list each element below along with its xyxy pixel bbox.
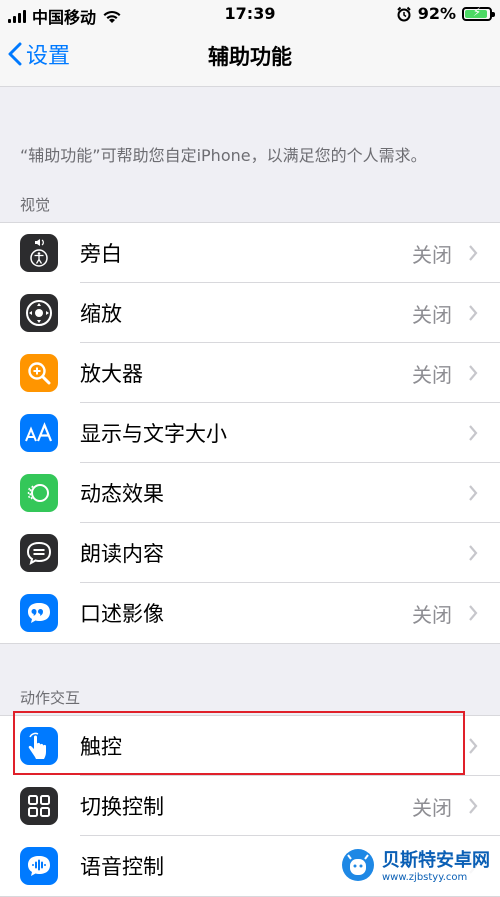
row-label: 显示与文字大小: [80, 422, 227, 446]
status-bar: 中国移动 17:39 92% ⚡: [0, 0, 500, 28]
row-label: 语音控制: [80, 855, 164, 879]
chevron-right-icon: [469, 245, 478, 261]
alarm-icon: [396, 6, 411, 21]
navigation-bar: 设置 辅助功能: [0, 28, 500, 87]
watermark-url: www.zjbstyy.com: [382, 872, 468, 883]
row-spoken-content[interactable]: 朗读内容: [0, 523, 500, 583]
spoken-content-icon: [20, 534, 58, 572]
text-size-icon: [20, 414, 58, 452]
page-title: 辅助功能: [208, 45, 292, 69]
status-right: 92% ⚡: [396, 4, 495, 23]
row-label: 放大器: [80, 362, 143, 386]
chevron-right-icon: [469, 545, 478, 561]
battery-icon: ⚡: [462, 4, 495, 21]
watermark-name: 贝斯特安卓网: [382, 850, 490, 871]
section-header-interaction: 动作交互: [20, 689, 81, 707]
row-value: 关闭: [412, 362, 452, 387]
chevron-right-icon: [469, 365, 478, 381]
zoom-icon: [20, 294, 58, 332]
chevron-right-icon: [469, 485, 478, 501]
row-value: 关闭: [412, 795, 452, 820]
row-motion[interactable]: 动态效果: [0, 463, 500, 523]
row-magnifier[interactable]: 放大器 关闭: [0, 343, 500, 403]
row-value: 关闭: [412, 602, 452, 627]
vision-group: 旁白 关闭 缩放 关闭 放大器 关闭 显示与文字大小 动态效果 朗读内容 口述影…: [0, 222, 500, 644]
switch-control-icon: [20, 787, 58, 825]
row-zoom[interactable]: 缩放 关闭: [0, 283, 500, 343]
row-value: 关闭: [412, 242, 452, 267]
chevron-right-icon: [469, 305, 478, 321]
chevron-right-icon: [469, 738, 478, 754]
row-value: 关闭: [412, 302, 452, 327]
charging-icon: ⚡: [472, 4, 482, 19]
chevron-right-icon: [469, 605, 478, 621]
row-label: 朗读内容: [80, 542, 164, 566]
magnifier-icon: [20, 354, 58, 392]
motion-icon: [20, 474, 58, 512]
row-label: 动态效果: [80, 482, 164, 506]
audio-description-icon: [20, 594, 58, 632]
row-label: 旁白: [80, 242, 122, 266]
chevron-right-icon: [469, 798, 478, 814]
row-display-text-size[interactable]: 显示与文字大小: [0, 403, 500, 463]
watermark-logo-icon: [342, 848, 374, 881]
watermark: 贝斯特安卓网 www.zjbstyy.com: [336, 844, 494, 885]
row-audio-description[interactable]: 口述影像 关闭: [0, 583, 500, 643]
voiceover-icon: [20, 234, 58, 272]
watermark-text: 贝斯特安卓网 www.zjbstyy.com: [382, 846, 490, 883]
voice-control-icon: [20, 847, 58, 885]
row-voiceover[interactable]: 旁白 关闭: [0, 223, 500, 283]
row-switch-control[interactable]: 切换控制 关闭: [0, 776, 500, 836]
highlight-box: [13, 711, 465, 775]
description-text: “辅助功能”可帮助您自定iPhone，以满足您的个人需求。: [20, 146, 427, 165]
battery-percent: 92%: [417, 4, 456, 23]
section-header-vision: 视觉: [20, 196, 51, 214]
chevron-right-icon: [469, 425, 478, 441]
row-label: 切换控制: [80, 795, 164, 819]
row-label: 口述影像: [80, 602, 164, 626]
row-label: 缩放: [80, 302, 122, 326]
